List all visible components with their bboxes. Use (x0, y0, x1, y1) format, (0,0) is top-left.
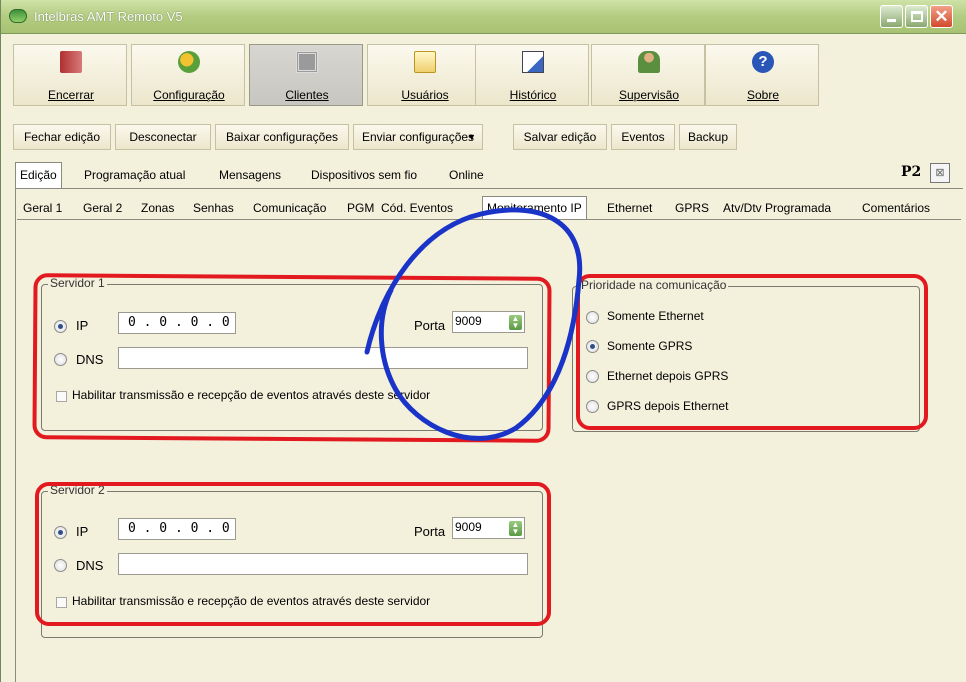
servidor-2-dns-radio[interactable] (54, 559, 67, 572)
prioridade-option-gprs-depois-ethernet-radio[interactable] (586, 400, 599, 413)
dropdown-arrow-icon[interactable]: ▼ (467, 125, 476, 149)
servidor-2-title: Servidor 2 (48, 483, 107, 497)
tab-senhas[interactable]: Senhas (193, 196, 234, 220)
servidor-1-ip-input[interactable]: 0 . 0 . 0 . 0 (118, 312, 236, 334)
prioridade-option-somente-ethernet-radio[interactable] (586, 311, 599, 324)
tab-zonas[interactable]: Zonas (141, 196, 174, 220)
clients-icon (296, 51, 318, 73)
tab-comunicacao[interactable]: Comunicação (253, 196, 326, 220)
encerrar-button[interactable]: Encerrar (13, 44, 127, 106)
enviar-configuracoes-label: Enviar configurações (362, 130, 475, 144)
configuracao-label: Configuração (153, 88, 225, 102)
supervisao-button[interactable]: Supervisão (591, 44, 705, 106)
servidor-1-porta-input[interactable]: 9009 ▲ ▼ (452, 311, 525, 333)
tab-geral-1[interactable]: Geral 1 (23, 196, 62, 220)
main-toolbar: Encerrar Configuração Clientes Usuários … (13, 44, 821, 106)
salvar-edicao-button[interactable]: Salvar edição (513, 124, 607, 150)
sobre-button[interactable]: ? Sobre (705, 44, 819, 106)
servidor-1-dns-radio[interactable] (54, 353, 67, 366)
servidor-1-porta-label: Porta (414, 318, 446, 333)
prioridade-option-ethernet-depois-gprs-radio[interactable] (586, 370, 599, 383)
maximize-button[interactable] (905, 5, 928, 28)
supervisao-label: Supervisão (618, 88, 680, 102)
desconectar-button[interactable]: Desconectar (115, 124, 211, 150)
tab-atv-dtv-programada[interactable]: Atv/Dtv Programada (723, 196, 831, 220)
spinner-icon[interactable]: ▲ ▼ (509, 521, 522, 536)
clientes-label: Clientes (285, 88, 329, 102)
servidor-2-porta-value: 9009 (455, 520, 482, 534)
servidor-2-porta-input[interactable]: 9009 ▲ ▼ (452, 517, 525, 539)
sobre-label: Sobre (746, 88, 780, 102)
tab-gprs[interactable]: GPRS (675, 196, 709, 220)
title-bar[interactable]: Intelbras AMT Remoto V5 ✕ (1, 0, 966, 34)
servidor-1-ip-radio[interactable] (54, 320, 67, 333)
main-tabs: Edição Programação atual Mensagens Dispo… (15, 162, 963, 188)
minimize-icon (887, 19, 896, 22)
servidor-1-porta-value: 9009 (455, 314, 482, 328)
spinner-icon[interactable]: ▲ ▼ (509, 315, 522, 330)
servidor-2-ip-label: IP (76, 524, 89, 539)
tab-mensagens[interactable]: Mensagens (219, 162, 281, 188)
tab-programacao-atual[interactable]: Programação atual (84, 162, 185, 188)
servidor-2-dns-label: DNS (76, 558, 104, 573)
app-window: Intelbras AMT Remoto V5 ✕ Encerrar Confi… (0, 0, 966, 682)
help-icon: ? (752, 51, 774, 73)
tab-online[interactable]: Online (449, 162, 484, 188)
prioridade-option-somente-ethernet: Somente Ethernet (607, 309, 704, 323)
tab-comentarios[interactable]: Comentários (862, 196, 930, 220)
historico-label: Histórico (509, 88, 557, 102)
maximize-icon (911, 11, 923, 22)
folder-icon (414, 51, 436, 73)
eventos-button[interactable]: Eventos (611, 124, 675, 150)
tab-cod-eventos[interactable]: Cód. Eventos (381, 196, 453, 220)
tab-pgm[interactable]: PGM (347, 196, 374, 220)
minimize-button[interactable] (880, 5, 903, 28)
tab-monitoramento-ip[interactable]: Monitoramento IP (482, 196, 587, 220)
settings-icon (178, 51, 200, 73)
tab-divider (17, 219, 961, 220)
servidor-1-ip-label: IP (76, 318, 89, 333)
panel-id-label: P2 (901, 164, 922, 180)
door-icon (60, 51, 82, 73)
supervision-icon (638, 51, 660, 73)
tab-ethernet[interactable]: Ethernet (607, 196, 652, 220)
prioridade-option-somente-gprs: Somente GPRS (607, 339, 693, 353)
prioridade-option-gprs-depois-ethernet: GPRS depois Ethernet (607, 399, 729, 413)
servidor-2-habilitar-label: Habilitar transmissão e recepção de even… (72, 594, 431, 608)
tab-dispositivos-sem-fio[interactable]: Dispositivos sem fio (311, 162, 417, 188)
window-title: Intelbras AMT Remoto V5 (34, 9, 183, 24)
close-icon: ✕ (934, 7, 949, 26)
configuracao-button[interactable]: Configuração (131, 44, 245, 106)
servidor-2-porta-label: Porta (414, 524, 446, 539)
history-icon (522, 51, 544, 73)
prioridade-option-somente-gprs-radio[interactable] (586, 340, 599, 353)
clientes-button[interactable]: Clientes (249, 44, 363, 106)
close-icon: ⊠ (935, 167, 945, 179)
servidor-1-habilitar-checkbox[interactable] (56, 391, 67, 402)
servidor-2-ip-input[interactable]: 0 . 0 . 0 . 0 (118, 518, 236, 540)
backup-button[interactable]: Backup (679, 124, 737, 150)
encerrar-label: Encerrar (47, 88, 94, 102)
servidor-2-habilitar-checkbox[interactable] (56, 597, 67, 608)
servidor-1-title: Servidor 1 (48, 276, 107, 290)
servidor-2-dns-input[interactable] (118, 553, 528, 575)
prioridade-option-ethernet-depois-gprs: Ethernet depois GPRS (607, 369, 729, 383)
historico-button[interactable]: Histórico (475, 44, 589, 106)
tab-edicao[interactable]: Edição (15, 162, 62, 188)
servidor-1-dns-input[interactable] (118, 347, 528, 369)
usuarios-button[interactable]: Usuários (367, 44, 481, 106)
panel-close-button[interactable]: ⊠ (930, 163, 950, 183)
usuarios-label: Usuários (401, 88, 449, 102)
prioridade-title: Prioridade na comunicação (579, 278, 729, 292)
servidor-1-dns-label: DNS (76, 352, 104, 367)
close-button[interactable]: ✕ (930, 5, 953, 28)
servidor-1-habilitar-label: Habilitar transmissão e recepção de even… (72, 388, 431, 402)
tab-geral-2[interactable]: Geral 2 (83, 196, 122, 220)
fechar-edicao-button[interactable]: Fechar edição (13, 124, 111, 150)
baixar-configuracoes-button[interactable]: Baixar configurações (215, 124, 349, 150)
servidor-2-ip-radio[interactable] (54, 526, 67, 539)
enviar-configuracoes-button[interactable]: Enviar configurações ▼ (353, 124, 483, 150)
app-logo-icon (9, 9, 27, 23)
